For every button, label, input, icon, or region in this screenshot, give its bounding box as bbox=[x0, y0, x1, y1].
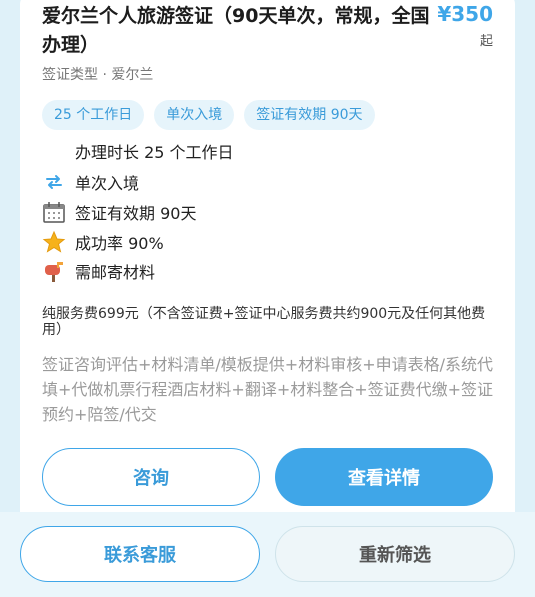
tag-list: 25 个工作日 单次入境 签证有效期 90天 bbox=[42, 100, 375, 130]
bottom-action-bar: 联系客服 重新筛选 bbox=[0, 512, 535, 597]
repeat-icon bbox=[42, 170, 66, 194]
service-description: 签证咨询评估+材料清单/模板提供+材料审核+申请表格/系统代填+代做机票行程酒店… bbox=[42, 355, 494, 424]
visa-product-card: 爱尔兰个人旅游签证（90天单次，常规，全国办理） ¥350 起 签证类型 · 爱… bbox=[20, 0, 515, 534]
view-details-button[interactable]: 查看详情 bbox=[275, 448, 493, 506]
tag-processing-time: 25 个工作日 bbox=[42, 100, 145, 130]
feature-text: 办理时长 25 个工作日 bbox=[75, 143, 234, 162]
consult-button[interactable]: 咨询 bbox=[42, 448, 260, 506]
feature-success-rate: 成功率 90% bbox=[42, 230, 164, 254]
feature-entry-type: 单次入境 bbox=[42, 170, 139, 194]
feature-text: 成功率 90% bbox=[75, 234, 164, 253]
feature-text: 单次入境 bbox=[75, 174, 140, 193]
contact-support-button[interactable]: 联系客服 bbox=[20, 526, 260, 582]
feature-validity: 签证有效期 90天 bbox=[42, 200, 196, 224]
refilter-button[interactable]: 重新筛选 bbox=[275, 526, 515, 582]
product-subtitle: 签证类型 · 爱尔兰 bbox=[42, 67, 154, 83]
tag-entry-type: 单次入境 bbox=[154, 100, 235, 130]
calendar-icon bbox=[42, 200, 66, 224]
star-icon bbox=[42, 230, 66, 254]
price-suffix: 起 bbox=[479, 34, 493, 49]
fee-note: 纯服务费699元（不含签证费+签证中心服务费共约900元及任何其他费用） bbox=[42, 306, 486, 338]
feature-mail-materials: 需邮寄材料 bbox=[42, 259, 155, 283]
product-title: 爱尔兰个人旅游签证（90天单次，常规，全国办理） bbox=[42, 5, 430, 56]
feature-text: 需邮寄材料 bbox=[75, 263, 156, 282]
tag-validity: 签证有效期 90天 bbox=[244, 100, 375, 130]
feature-processing-time: 办理时长 25 个工作日 bbox=[42, 139, 234, 163]
feature-text: 签证有效期 90天 bbox=[75, 204, 197, 223]
clock-icon bbox=[42, 139, 66, 163]
mailbox-icon bbox=[42, 259, 66, 283]
product-price: ¥350 bbox=[437, 2, 493, 26]
